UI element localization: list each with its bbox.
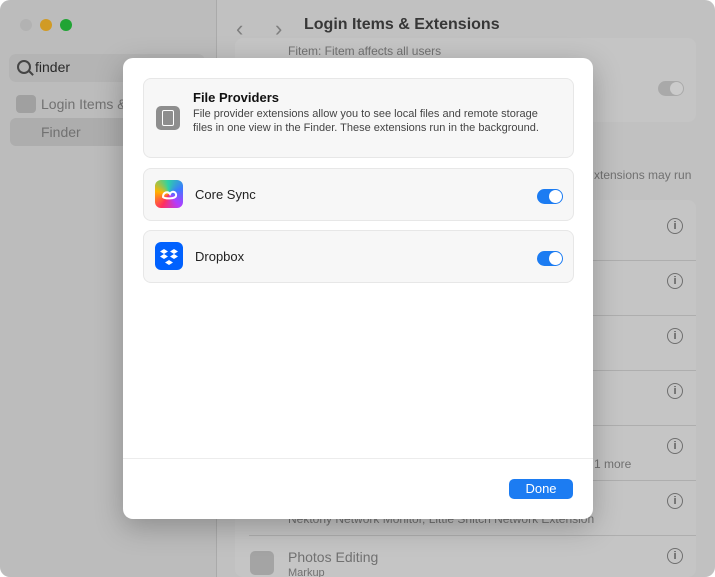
footer-divider: [123, 458, 593, 459]
core-sync-toggle[interactable]: [537, 189, 563, 204]
settings-window: finder Login Items & Extensions Finder ‹…: [0, 0, 715, 577]
extension-label: Core Sync: [195, 187, 256, 202]
dropbox-toggle[interactable]: [537, 251, 563, 266]
extension-row-dropbox: Dropbox: [143, 230, 574, 283]
dropbox-icon: [155, 242, 183, 270]
section-description: File provider extensions allow you to se…: [193, 108, 539, 134]
toggle-knob: [549, 190, 562, 203]
file-providers-header: File Providers File provider extensions …: [143, 78, 574, 158]
extension-row-core-sync: Core Sync: [143, 168, 574, 221]
extension-label: Dropbox: [195, 249, 245, 264]
section-title: File Providers: [193, 90, 279, 105]
adobe-creative-cloud-icon: [155, 180, 183, 208]
done-button[interactable]: Done: [509, 479, 573, 499]
file-providers-sheet: File Providers File provider extensions …: [123, 58, 593, 519]
file-provider-icon: [156, 106, 180, 130]
toggle-knob: [549, 252, 562, 265]
